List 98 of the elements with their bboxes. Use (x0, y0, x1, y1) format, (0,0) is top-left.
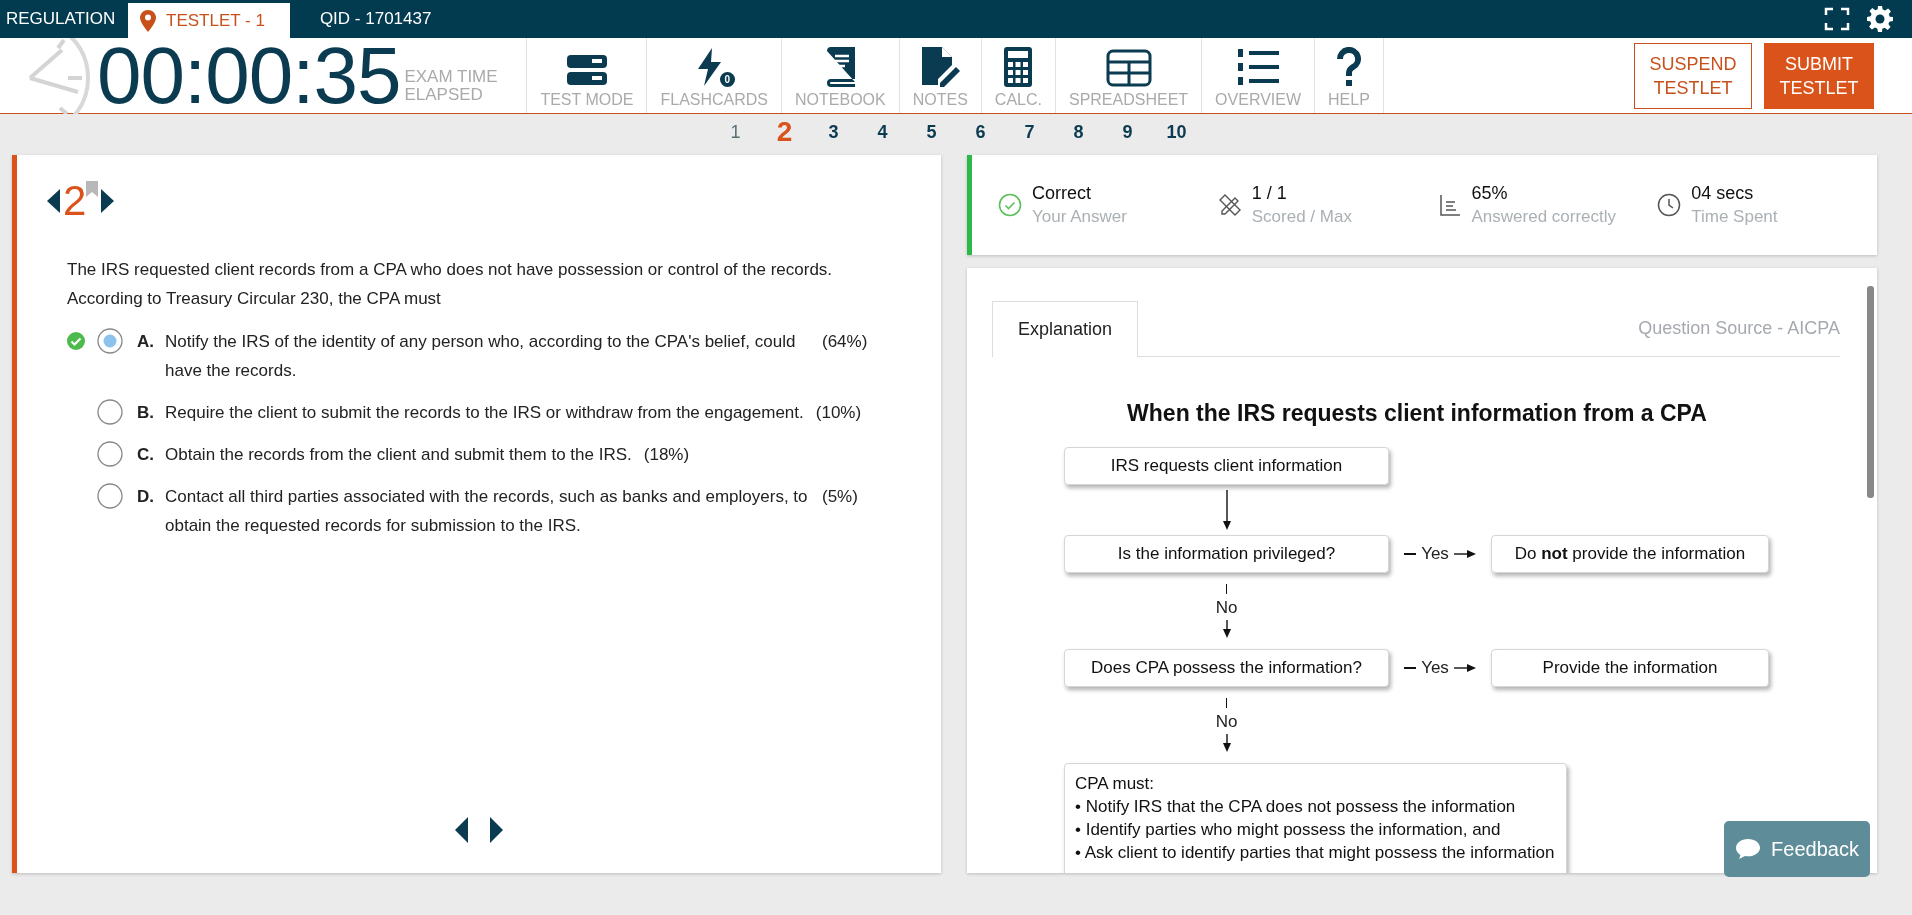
header-tab[interactable]: TESTLET - 1 (128, 0, 290, 38)
yes-label: Yes (1421, 658, 1449, 678)
flowchart-box: Provide the information (1491, 649, 1769, 687)
toolbar-button[interactable]: SPREADSHEET (1054, 38, 1202, 113)
header-tab[interactable]: QID - 1701437 (313, 0, 444, 38)
question-number[interactable]: 1 (711, 121, 760, 143)
down-arrow (1221, 620, 1232, 638)
choice-percent: (5%) (822, 486, 858, 508)
connector-line (1404, 667, 1417, 669)
stat-value: 04 secs (1691, 183, 1755, 204)
pencil-ruler-icon (1217, 193, 1242, 217)
question-number[interactable]: 4 (858, 121, 907, 143)
table-icon (1105, 49, 1152, 87)
choice-percent: (18%) (643, 444, 690, 466)
choice-percent: (10%) (815, 402, 862, 424)
radio-button[interactable] (97, 399, 123, 425)
chart-icon (1437, 193, 1462, 217)
stat-label: Scored / Max (1251, 207, 1352, 227)
question-number[interactable]: 5 (907, 121, 956, 143)
question-text: The IRS requested client records from a CPA who does not have possession or control of the records. According to Treasury Circular 230, the CPA must (67, 259, 834, 310)
feedback-label: Feedback (1771, 837, 1859, 861)
clock-icon (1657, 193, 1682, 217)
calculator-icon (1003, 47, 1034, 87)
question-number-label: 2 (63, 177, 87, 225)
stat-label: Time Spent (1691, 207, 1778, 227)
box-heading: CPA must: (1075, 773, 1156, 795)
chat-bubble-icon (1735, 838, 1762, 860)
choice-text: Notify the IRS of the identity of any person who, according to the CPA's belief, could have the records. (165, 331, 797, 382)
stat-label: Answered correctly (1471, 207, 1617, 227)
choice-letter: B. (137, 402, 155, 424)
question-number[interactable]: 10 (1152, 121, 1201, 143)
choice-text: Obtain the records from the client and submit them to the IRS. (165, 444, 632, 466)
choice-text: Contact all third parties associated with the records, such as banks and employers, to obtain the requested records for submission to the IRS. (165, 486, 809, 537)
stat-value: 1 / 1 (1251, 183, 1288, 204)
question-number[interactable]: 6 (956, 121, 1005, 143)
check-circle-icon (998, 193, 1022, 217)
next-icon[interactable] (100, 189, 115, 213)
down-arrow (1221, 490, 1232, 530)
toolbar-button[interactable]: TEST MODE (526, 38, 647, 113)
numbered-list-icon (1235, 47, 1282, 87)
choice-text: Require the client to submit the records to the IRS or withdraw from the engagement. (165, 402, 804, 424)
question-number[interactable]: 8 (1054, 121, 1103, 143)
elapsed-timer: 00:00:35 (97, 38, 401, 113)
previous-icon[interactable] (455, 817, 469, 843)
timer-label: EXAM TIME ELAPSED (404, 67, 499, 104)
stat-value: Correct (1032, 183, 1092, 204)
question-number[interactable]: 3 (809, 121, 858, 143)
toolbar-button[interactable]: NOTEBOOK (781, 38, 899, 113)
connector-line (1404, 553, 1417, 555)
toolbar-button[interactable]: OVERVIEW (1201, 38, 1315, 113)
previous-icon[interactable] (47, 189, 61, 213)
stat-label: Your Answer (1032, 207, 1127, 227)
radio-button[interactable] (97, 328, 123, 354)
toggle-bars-icon (564, 53, 609, 87)
bullet-text: • Ask client to identify parties that might possess the information (1075, 842, 1555, 864)
flowchart-box: IRS requests client information (1064, 447, 1389, 485)
settings-icon[interactable] (1866, 5, 1894, 33)
flowchart-box: Is the information privileged? (1064, 535, 1389, 573)
toolbar-button[interactable]: HELP (1314, 38, 1384, 113)
question-number[interactable]: 7 (1005, 121, 1054, 143)
connector-line (1225, 698, 1228, 708)
no-label: No (1215, 598, 1238, 618)
choice-letter: D. (137, 486, 155, 508)
scrollbar-thumb[interactable] (1867, 286, 1874, 498)
choice-percent: (64%) (822, 331, 868, 353)
choice-letter: C. (137, 444, 155, 466)
no-label: No (1215, 712, 1238, 732)
flowchart-title: When the IRS requests client information from a CPA (1127, 400, 1707, 427)
feedback-button[interactable]: Feedback (1724, 821, 1870, 877)
help-icon (1334, 47, 1363, 87)
right-arrow (1453, 663, 1476, 673)
radio-button[interactable] (97, 441, 123, 467)
connector-line (1225, 584, 1228, 594)
location-pin-icon (140, 9, 156, 32)
header-tab[interactable]: REGULATION (0, 0, 128, 38)
question-number[interactable]: 2 (760, 116, 809, 148)
fullscreen-icon[interactable] (1824, 7, 1850, 31)
suspend-button[interactable]: SUSPEND TESTLET (1634, 42, 1752, 109)
bullet-text: • Notify IRS that the CPA does not possess the information (1075, 796, 1517, 818)
choice-letter: A. (137, 331, 155, 353)
count-badge: 0 (719, 72, 735, 87)
radio-button[interactable] (97, 483, 123, 509)
submit-button[interactable]: SUBMIT TESTLET (1764, 42, 1874, 109)
flowchart-box: Does CPA possess the information? (1064, 649, 1389, 687)
bullet-text: • Identify parties who might possess the information, and (1075, 819, 1502, 841)
down-arrow (1221, 734, 1232, 752)
toolbar-button[interactable]: 0 FLASHCARDS (646, 38, 782, 113)
yes-label: Yes (1421, 544, 1449, 564)
explanation-tab[interactable]: Explanation (992, 301, 1139, 357)
stat-value: 65% (1471, 183, 1509, 204)
question-number[interactable]: 9 (1103, 121, 1152, 143)
question-source: Question Source - AICPA (1638, 317, 1840, 339)
right-arrow (1453, 549, 1476, 559)
next-icon[interactable] (489, 817, 503, 843)
toolbar-button[interactable]: CALC. (980, 38, 1055, 113)
document-pencil-icon (920, 47, 961, 87)
flowchart-box: Do not provide the information (1491, 535, 1769, 573)
toolbar-button[interactable]: NOTES (898, 38, 981, 113)
